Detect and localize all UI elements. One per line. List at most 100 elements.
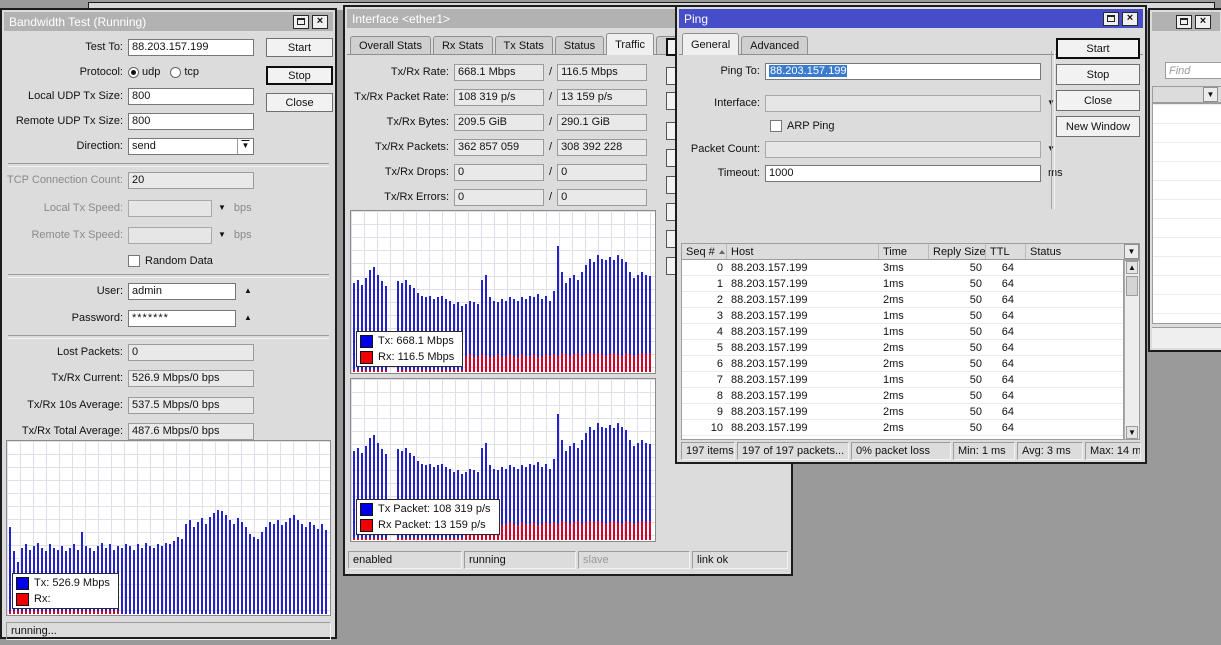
graph-bar-rx — [605, 524, 607, 540]
graph-bar-rx — [37, 611, 39, 614]
remote-speed-dropdown-icon[interactable]: ▼ — [218, 231, 226, 239]
arp-ping-checkbox[interactable] — [770, 120, 782, 132]
graph-bar-rx — [461, 370, 463, 372]
tab-rx-stats[interactable]: Rx Stats — [433, 36, 493, 55]
bandwidth-titlebar[interactable]: Bandwidth Test (Running) × — [4, 12, 333, 31]
scroll-down-button[interactable]: ▼ — [1126, 426, 1138, 439]
separator — [8, 335, 329, 339]
packet-count-select[interactable] — [765, 141, 1041, 158]
local-speed-input — [128, 200, 212, 217]
col-host[interactable]: Host — [727, 244, 879, 259]
close-button[interactable]: Close — [266, 93, 333, 112]
ping-result-row[interactable]: 1088.203.157.1992ms5064 — [682, 420, 1123, 436]
scrollbar-thumb[interactable] — [1126, 276, 1138, 296]
graph-bar-rx — [577, 353, 579, 372]
graph-bar-rx — [501, 525, 503, 540]
tcp-count-input: 20 — [128, 172, 254, 189]
close-icon: × — [1127, 13, 1133, 24]
tab-overall-stats[interactable]: Overall Stats — [350, 36, 431, 55]
graph-bar-rx — [629, 354, 631, 372]
graph-bar-rx — [529, 356, 531, 372]
col-time[interactable]: Time — [879, 244, 929, 259]
close-button[interactable]: × — [312, 15, 328, 29]
graph-legend: Tx: 526.9 Mbps Rx: — [12, 573, 119, 609]
user-expand-icon[interactable]: ▲ — [244, 287, 252, 295]
close-button[interactable]: × — [1195, 15, 1211, 29]
column-select-button[interactable]: ▼ — [1124, 244, 1139, 259]
cell: 7 — [682, 374, 727, 386]
local-speed-dropdown-icon[interactable]: ▼ — [218, 204, 226, 212]
col-reply-size[interactable]: Reply Size — [929, 244, 986, 259]
start-button[interactable]: Start — [266, 38, 333, 57]
scroll-up-button[interactable]: ▲ — [1126, 261, 1138, 274]
ping-start-button[interactable]: Start — [1056, 38, 1140, 59]
password-input[interactable]: ******* — [128, 310, 236, 327]
graph-bar-rx — [565, 354, 567, 372]
graph-bar-rx — [413, 538, 415, 540]
tab-general[interactable]: General — [682, 33, 739, 55]
tab-advanced[interactable]: Advanced — [741, 36, 808, 55]
timeout-input[interactable]: 1000 — [765, 165, 1041, 182]
test-to-label: Test To: — [6, 41, 128, 53]
radio-tcp[interactable] — [170, 67, 181, 78]
column-select-button[interactable]: ▼ — [1203, 87, 1218, 102]
close-button[interactable]: × — [1122, 12, 1138, 26]
direction-dropdown-button[interactable]: ▼ — [237, 139, 253, 154]
graph-bar-tx — [293, 515, 295, 614]
direction-select[interactable]: send ▼ — [128, 138, 254, 155]
graph-bar-rx — [477, 356, 479, 372]
ping-titlebar[interactable]: Ping × — [679, 9, 1143, 28]
password-label: Password: — [6, 312, 128, 324]
test-to-input[interactable]: 88.203.157.199 — [128, 39, 254, 56]
graph-bar-rx — [557, 524, 559, 540]
radio-udp[interactable] — [128, 67, 139, 78]
random-data-checkbox[interactable] — [128, 255, 140, 267]
graph-bar-rx — [69, 611, 71, 614]
rx-color-swatch — [360, 351, 373, 364]
ping-result-row[interactable]: 888.203.157.1992ms5064 — [682, 388, 1123, 404]
tab-tx-stats[interactable]: Tx Stats — [495, 36, 553, 55]
ping-result-row[interactable]: 1188.203.157.1992ms5064 — [682, 436, 1123, 440]
ping-result-row[interactable]: 288.203.157.1992ms5064 — [682, 292, 1123, 308]
ping-close-button[interactable]: Close — [1056, 90, 1140, 111]
list-window-titlebar[interactable]: × — [1152, 12, 1220, 31]
ping-result-row[interactable]: 388.203.157.1991ms5064 — [682, 308, 1123, 324]
stop-button[interactable]: Stop — [266, 66, 333, 85]
graph-bar-rx — [441, 538, 443, 540]
ping-result-row[interactable]: 988.203.157.1992ms5064 — [682, 404, 1123, 420]
empty-list-area[interactable] — [1152, 103, 1221, 324]
vertical-scrollbar[interactable]: ▲ ▼ — [1124, 260, 1140, 440]
remote-udp-input[interactable]: 800 — [128, 113, 254, 130]
col-status[interactable]: Status — [1026, 244, 1124, 259]
maximize-button[interactable] — [293, 15, 309, 29]
ping-result-row[interactable]: 488.203.157.1991ms5064 — [682, 324, 1123, 340]
local-udp-input[interactable]: 800 — [128, 88, 254, 105]
graph-bar-rx — [525, 524, 527, 540]
col-seq[interactable]: Seq # — [682, 244, 727, 259]
tab-status[interactable]: Status — [555, 36, 604, 55]
maximize-button[interactable] — [1103, 12, 1119, 26]
col-ttl[interactable]: TTL — [986, 244, 1026, 259]
ping-result-row[interactable]: 588.203.157.1992ms5064 — [682, 340, 1123, 356]
ping-result-row[interactable]: 188.203.157.1991ms5064 — [682, 276, 1123, 292]
graph-bar-rx — [425, 370, 427, 372]
tcp-option-label: tcp — [184, 66, 199, 78]
bandwidth-status-bar: running... — [6, 622, 331, 640]
graph-bar-rx — [429, 370, 431, 372]
find-input[interactable] — [1165, 62, 1221, 79]
ping-stop-button[interactable]: Stop — [1056, 64, 1140, 85]
ping-result-row[interactable]: 688.203.157.1992ms5064 — [682, 356, 1123, 372]
user-input[interactable]: admin — [128, 283, 236, 300]
ping-to-input[interactable]: 88.203.157.199 — [765, 63, 1041, 80]
winbox-desktop: Bandwidth Test (Running) × Test To: 88.2… — [0, 0, 1221, 645]
password-expand-icon[interactable]: ▲ — [244, 314, 252, 322]
tab-traffic[interactable]: Traffic — [606, 33, 654, 55]
graph-bar-rx — [541, 524, 543, 540]
maximize-button[interactable] — [1176, 15, 1192, 29]
cell: 50 — [929, 438, 986, 441]
interface-label: Interface: — [681, 97, 765, 109]
ping-result-row[interactable]: 788.203.157.1991ms5064 — [682, 372, 1123, 388]
interface-select[interactable] — [765, 95, 1041, 112]
ping-new-window-button[interactable]: New Window — [1056, 116, 1140, 137]
ping-result-row[interactable]: 088.203.157.1993ms5064 — [682, 260, 1123, 276]
